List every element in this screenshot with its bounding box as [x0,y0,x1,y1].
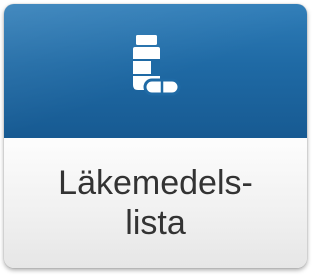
tile-header [4,4,307,138]
medication-list-tile[interactable]: Läkemedels- lista [4,4,307,268]
tile-label-line-1: Läkemedels- [58,164,253,202]
tile-label-line-2: lista [125,204,186,242]
medicine-bottle-icon [126,33,186,105]
tile-label-area: Läkemedels- lista [4,138,307,268]
